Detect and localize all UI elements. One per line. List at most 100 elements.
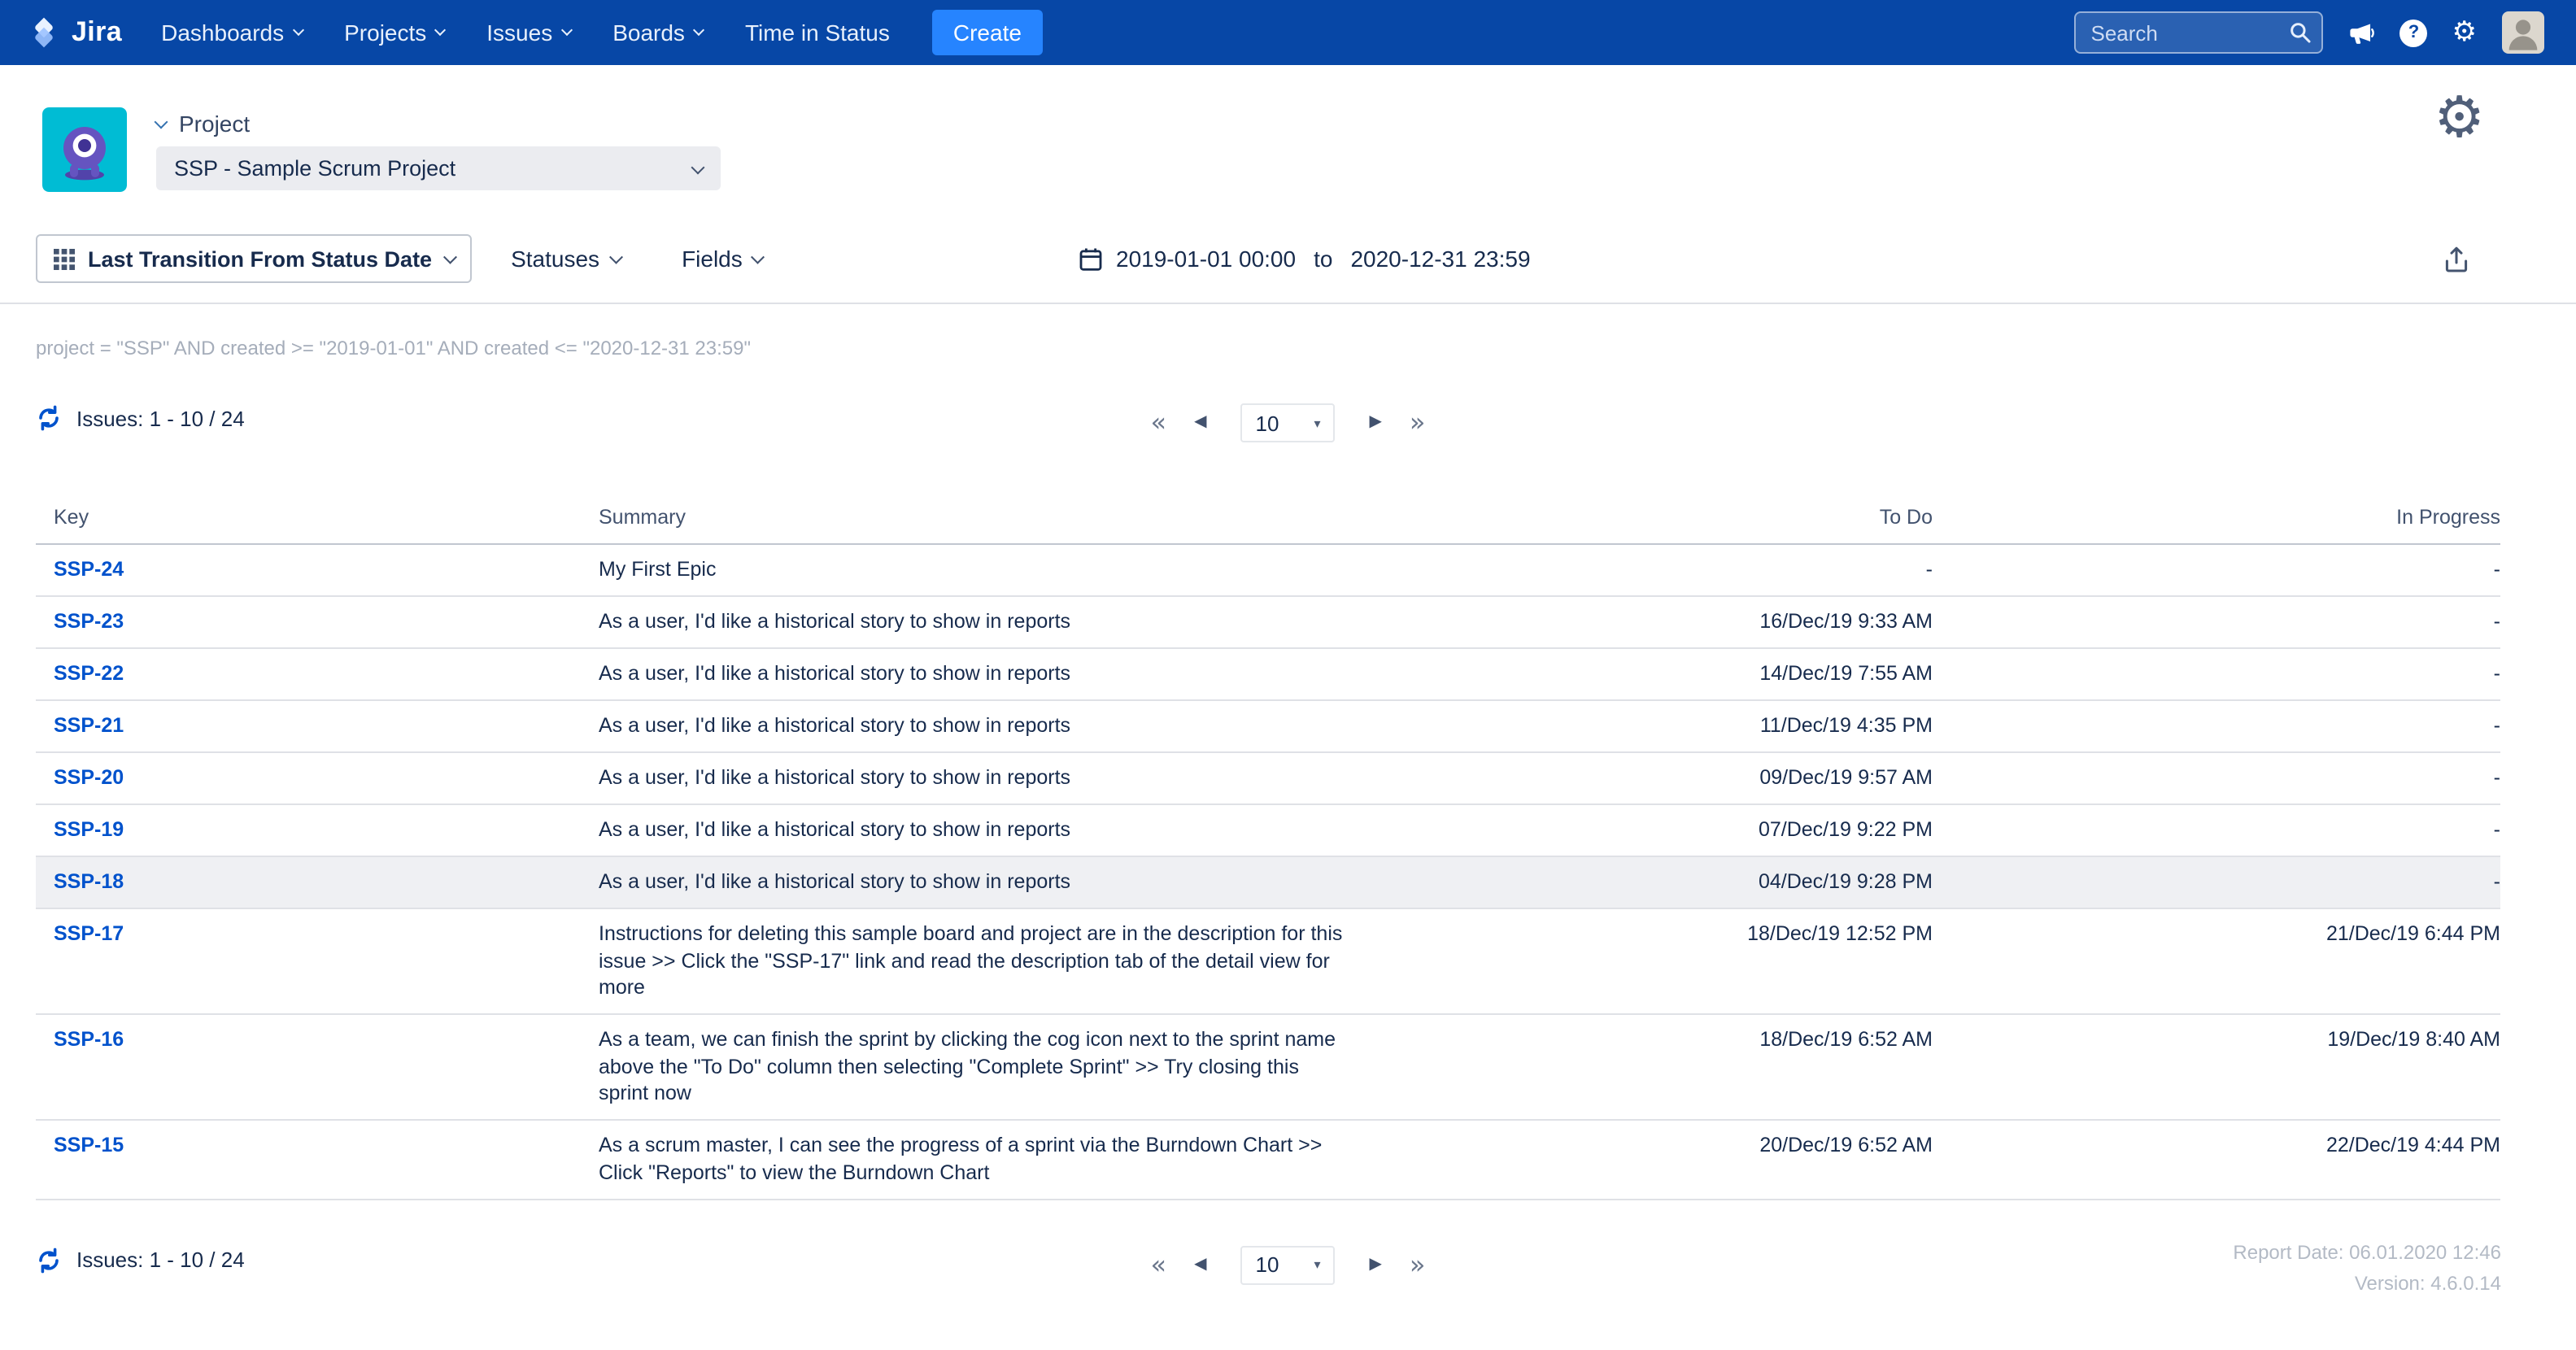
issue-inprogress-cell: - xyxy=(1933,752,2500,804)
nav-time-in-status[interactable]: Time in Status xyxy=(745,20,890,46)
issues-count: Issues: 1 - 10 / 24 xyxy=(76,406,245,430)
settings-gear-icon[interactable]: ⚙ xyxy=(2434,91,2485,148)
project-select[interactable]: SSP - Sample Scrum Project xyxy=(156,146,721,190)
issue-todo-cell: 14/Dec/19 7:55 AM xyxy=(1380,648,1933,700)
gear-icon[interactable]: ⚙ xyxy=(2452,19,2478,46)
nav-boards[interactable]: Boards xyxy=(612,20,703,46)
statuses-label: Statuses xyxy=(511,246,599,272)
issue-summary-cell: My First Epic xyxy=(599,544,1380,596)
search-input[interactable] xyxy=(2075,11,2324,54)
help-icon[interactable]: ? xyxy=(2400,19,2428,46)
issue-inprogress-cell: - xyxy=(1933,596,2500,648)
issue-key-link[interactable]: SSP-15 xyxy=(54,1134,124,1156)
issue-todo-cell: 16/Dec/19 9:33 AM xyxy=(1380,596,1933,648)
search-box xyxy=(2075,11,2324,54)
jira-logo[interactable]: Jira xyxy=(26,15,122,50)
issue-summary-cell: As a team, we can finish the sprint by c… xyxy=(599,1014,1380,1120)
project-avatar xyxy=(42,107,127,192)
help-glyph: ? xyxy=(2408,23,2419,42)
report-type-button[interactable]: Last Transition From Status Date xyxy=(36,234,472,283)
table-row: SSP-24 My First Epic - - xyxy=(36,544,2500,596)
issue-summary-cell: Instructions for deleting this sample bo… xyxy=(599,908,1380,1014)
next-page-button[interactable]: ▶ xyxy=(1370,415,1382,431)
last-page-button[interactable]: » xyxy=(1410,1252,1426,1278)
last-page-button[interactable]: » xyxy=(1410,410,1426,436)
table-row: SSP-17 Instructions for deleting this sa… xyxy=(36,908,2500,1014)
report-toolbar: Last Transition From Status Date Statuse… xyxy=(36,234,2540,283)
statuses-dropdown[interactable]: Statuses xyxy=(511,246,620,272)
issue-key-link[interactable]: SSP-19 xyxy=(54,818,124,841)
chevron-down-icon xyxy=(292,24,303,36)
column-header-inprogress: In Progress xyxy=(1933,496,2500,544)
table-row: SSP-18 As a user, I'd like a historical … xyxy=(36,856,2500,908)
issue-key-link[interactable]: SSP-16 xyxy=(54,1028,124,1051)
issue-inprogress-cell: 21/Dec/19 6:44 PM xyxy=(1933,908,2500,1014)
page-size-select[interactable]: 10 ▾ xyxy=(1241,403,1336,442)
table-row: SSP-19 As a user, I'd like a historical … xyxy=(36,804,2500,856)
table-row: SSP-23 As a user, I'd like a historical … xyxy=(36,596,2500,648)
issue-key-link[interactable]: SSP-20 xyxy=(54,766,124,789)
first-page-button[interactable]: « xyxy=(1151,1252,1167,1278)
jira-app: Jira Dashboards Projects Issues Boards T… xyxy=(0,0,2576,1350)
issue-key-link[interactable]: SSP-18 xyxy=(54,870,124,893)
first-page-button[interactable]: « xyxy=(1151,410,1167,436)
caret-down-icon: ▾ xyxy=(1314,416,1320,430)
report-version: Version: 4.6.0.14 xyxy=(2233,1268,2501,1299)
page-size-value: 10 xyxy=(1256,1252,1279,1277)
issue-summary-cell: As a user, I'd like a historical story t… xyxy=(599,700,1380,752)
prev-page-button[interactable]: ◀ xyxy=(1194,415,1206,431)
project-select-value: SSP - Sample Scrum Project xyxy=(174,156,455,181)
column-header-key: Key xyxy=(36,496,599,544)
issue-inprogress-cell: 19/Dec/19 8:40 AM xyxy=(1933,1014,2500,1120)
user-avatar[interactable] xyxy=(2501,11,2543,54)
table-row: SSP-15 As a scrum master, I can see the … xyxy=(36,1120,2500,1199)
issue-todo-cell: 04/Dec/19 9:28 PM xyxy=(1380,856,1933,908)
column-header-summary: Summary xyxy=(599,496,1380,544)
issue-todo-cell: 20/Dec/19 6:52 AM xyxy=(1380,1120,1933,1199)
prev-page-button[interactable]: ◀ xyxy=(1194,1256,1206,1273)
create-button[interactable]: Create xyxy=(932,10,1043,55)
project-meta: Project SSP - Sample Scrum Project xyxy=(156,107,721,192)
page-size-value: 10 xyxy=(1256,411,1279,435)
jql-query-text: project = "SSP" AND created >= "2019-01-… xyxy=(36,337,2540,359)
issue-key-link[interactable]: SSP-23 xyxy=(54,610,124,633)
issues-count: Issues: 1 - 10 / 24 xyxy=(76,1248,245,1272)
announcements-megaphone-icon[interactable] xyxy=(2348,19,2376,46)
navbar-right-cluster: ? ⚙ xyxy=(2075,11,2544,54)
pagination-controls: « ◀ 10 ▾ ▶ » xyxy=(1151,402,1426,444)
issue-key-link[interactable]: SSP-24 xyxy=(54,558,124,581)
project-header: Project SSP - Sample Scrum Project ⚙ xyxy=(0,65,2576,192)
issue-inprogress-cell: - xyxy=(1933,804,2500,856)
calendar-icon xyxy=(1079,246,1103,271)
toolbar-divider xyxy=(0,303,2576,304)
issue-key-link[interactable]: SSP-21 xyxy=(54,714,124,737)
collapse-chevron-icon[interactable] xyxy=(155,115,168,128)
issues-table: Key Summary To Do In Progress SSP-24 My … xyxy=(36,496,2500,1200)
issue-summary-cell: As a user, I'd like a historical story t… xyxy=(599,804,1380,856)
next-page-button[interactable]: ▶ xyxy=(1370,1256,1382,1273)
search-icon[interactable] xyxy=(2290,21,2312,44)
page-size-select[interactable]: 10 ▾ xyxy=(1241,1245,1336,1284)
nav-label: Time in Status xyxy=(745,20,890,46)
issue-todo-cell: 07/Dec/19 9:22 PM xyxy=(1380,804,1933,856)
refresh-icon[interactable] xyxy=(36,405,62,431)
export-icon[interactable] xyxy=(2443,246,2469,273)
column-header-todo: To Do xyxy=(1380,496,1933,544)
date-from: 2019-01-01 00:00 xyxy=(1116,246,1296,272)
refresh-icon[interactable] xyxy=(36,1247,62,1273)
fields-dropdown[interactable]: Fields xyxy=(682,246,763,272)
nav-label: Dashboards xyxy=(161,20,284,46)
issue-key-link[interactable]: SSP-22 xyxy=(54,662,124,685)
issue-key-link[interactable]: SSP-17 xyxy=(54,922,124,945)
nav-projects[interactable]: Projects xyxy=(344,20,444,46)
issue-key-cell: SSP-21 xyxy=(36,700,599,752)
date-range-picker[interactable]: 2019-01-01 00:00 to 2020-12-31 23:59 xyxy=(1079,246,1531,272)
chevron-down-icon xyxy=(691,160,705,174)
nav-dashboards[interactable]: Dashboards xyxy=(161,20,302,46)
issue-todo-cell: 18/Dec/19 6:52 AM xyxy=(1380,1014,1933,1120)
project-section-label: Project xyxy=(179,111,250,137)
table-row: SSP-21 As a user, I'd like a historical … xyxy=(36,700,2500,752)
issue-inprogress-cell: 22/Dec/19 4:44 PM xyxy=(1933,1120,2500,1199)
nav-issues[interactable]: Issues xyxy=(486,20,570,46)
nav-label: Issues xyxy=(486,20,552,46)
